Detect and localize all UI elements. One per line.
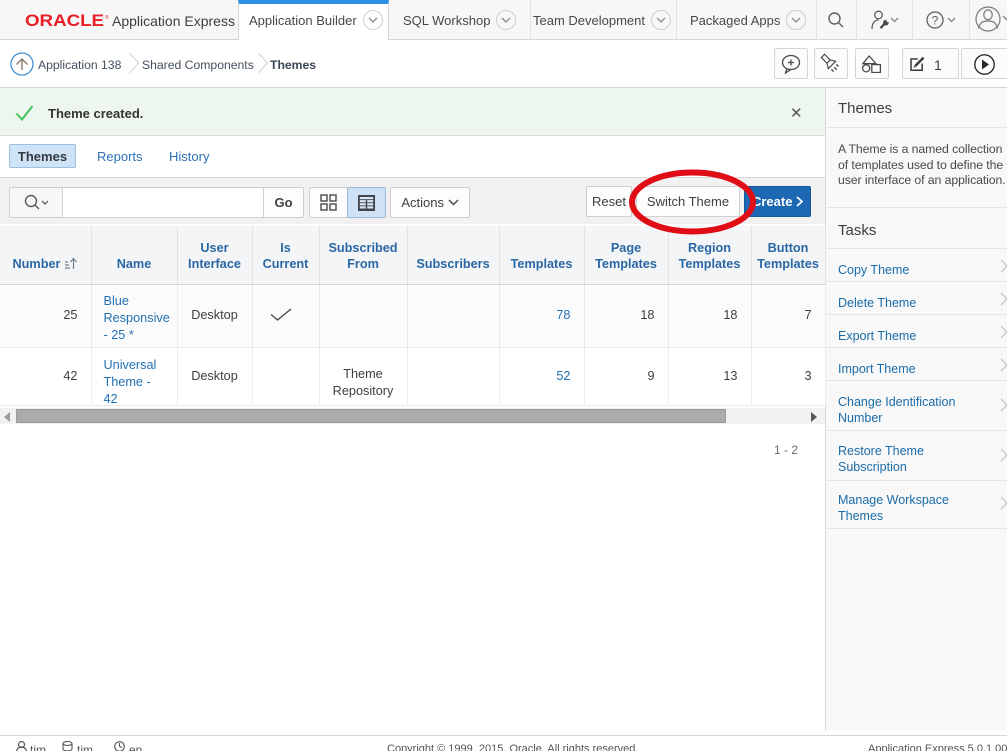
svg-text:?: ? <box>931 14 938 28</box>
svg-text:®: ® <box>105 14 109 21</box>
svg-text:ORACLE: ORACLE <box>25 13 104 28</box>
